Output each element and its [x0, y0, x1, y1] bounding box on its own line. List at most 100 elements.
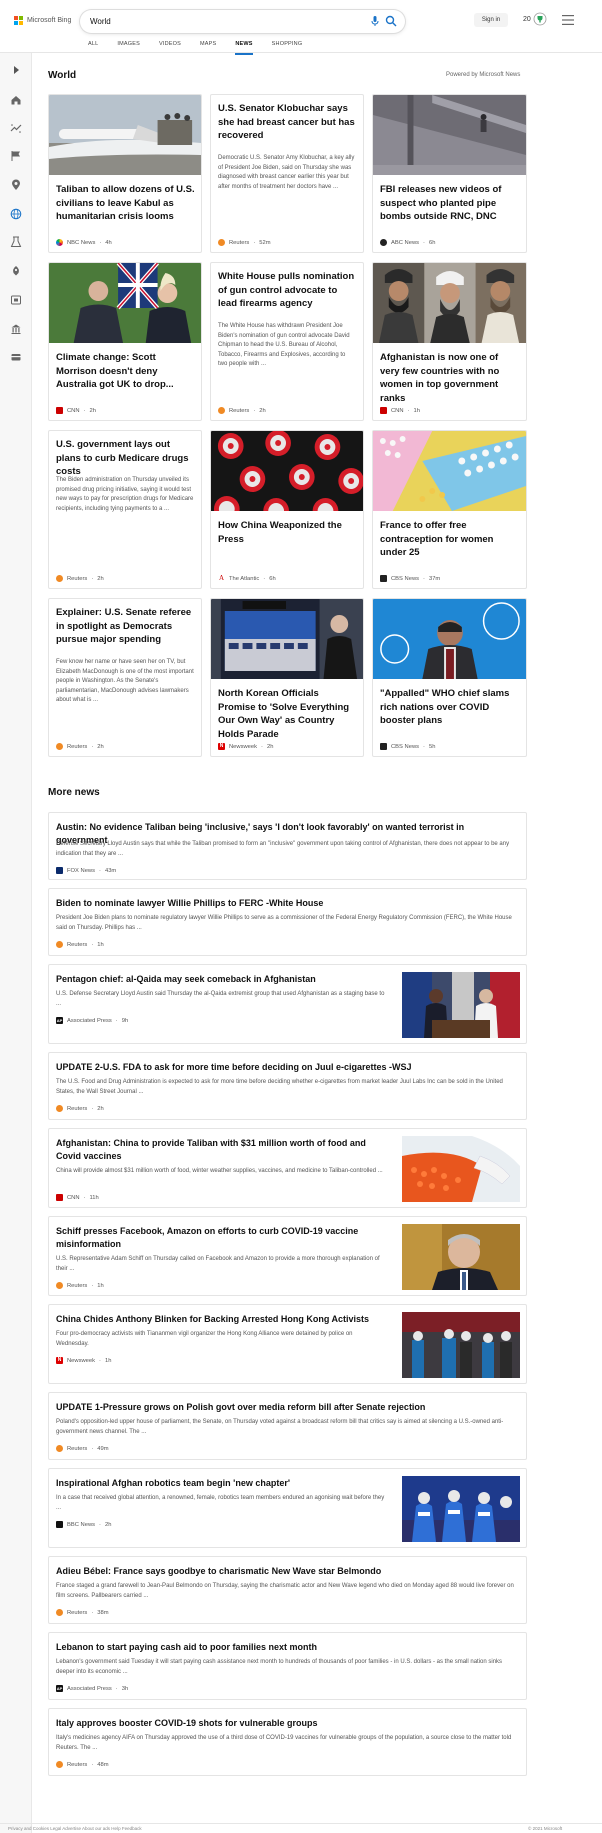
news-list-item[interactable]: UPDATE 2-U.S. FDA to ask for more time b… [48, 1052, 527, 1120]
news-card[interactable]: France to offer free contraception for w… [372, 430, 527, 589]
home-icon[interactable] [10, 94, 22, 106]
card-title[interactable]: U.S. government lays out plans to curb M… [56, 438, 196, 479]
news-card[interactable]: How China Weaponized the Press A The Atl… [210, 430, 364, 589]
card-title[interactable]: Climate change: Scott Morrison doesn't d… [56, 351, 196, 392]
separator: · [261, 743, 263, 750]
news-item-snippet: Lebanon's government said Tuesday it wil… [56, 1659, 503, 1675]
separator: · [99, 1357, 101, 1364]
news-list-item[interactable]: Austin: No evidence Taliban being 'inclu… [48, 812, 527, 880]
card-image [373, 95, 526, 175]
card-title[interactable]: North Korean Officials Promise to 'Solve… [218, 687, 358, 741]
card-source: A The Atlantic · 6h [218, 575, 276, 582]
card-title[interactable]: How China Weaponized the Press [218, 519, 358, 546]
associated-press-logo-icon: AP [56, 1017, 63, 1024]
news-item-title[interactable]: Lebanon to start paying cash aid to poor… [56, 1641, 518, 1654]
card-title[interactable]: France to offer free contraception for w… [380, 519, 520, 560]
news-list-item[interactable]: Biden to nominate lawyer Willie Phillips… [48, 888, 527, 956]
source-name: NBC News [67, 239, 96, 246]
separator: · [263, 575, 266, 582]
search-icon[interactable] [385, 15, 397, 27]
card-title[interactable]: Afghanistan is now one of very few count… [380, 351, 520, 405]
separator: · [91, 1105, 94, 1112]
card-title[interactable]: Explainer: U.S. Senate referee in spotli… [56, 606, 196, 647]
news-card[interactable]: U.S. Senator Klobuchar says she had brea… [210, 94, 364, 253]
news-item-title[interactable]: China Chides Anthony Blinken for Backing… [56, 1313, 386, 1326]
news-list-item[interactable]: Schiff presses Facebook, Amazon on effor… [48, 1216, 527, 1296]
card-source: CBS News · 37m [380, 575, 440, 582]
news-item-title[interactable]: Biden to nominate lawyer Willie Phillips… [56, 897, 518, 910]
logo-text: Microsoft Bing [27, 17, 72, 24]
technology-icon[interactable] [10, 265, 22, 277]
card-title[interactable]: Taliban to allow dozens of U.S. civilian… [56, 183, 196, 224]
card-source: N Newsweek · 2h [218, 743, 273, 750]
source-name: Reuters [67, 743, 88, 750]
news-card[interactable]: Taliban to allow dozens of U.S. civilian… [48, 94, 202, 253]
news-item-source: Reuters · 49m [56, 1445, 109, 1452]
news-list-item[interactable]: China Chides Anthony Blinken for Backing… [48, 1304, 527, 1384]
card-title[interactable]: White House pulls nomination of gun cont… [218, 270, 358, 311]
news-list-item[interactable]: Afghanistan: China to provide Taliban wi… [48, 1128, 527, 1208]
news-item-title[interactable]: UPDATE 2-U.S. FDA to ask for more time b… [56, 1061, 518, 1074]
source-name: The Atlantic [229, 575, 260, 582]
source-name: Reuters [229, 239, 250, 246]
news-card[interactable]: Afghanistan is now one of very few count… [372, 262, 527, 421]
expand-icon[interactable] [10, 64, 22, 76]
card-title[interactable]: FBI releases new videos of suspect who p… [380, 183, 520, 224]
business-icon[interactable] [10, 351, 22, 363]
news-item-title[interactable]: Schiff presses Facebook, Amazon on effor… [56, 1225, 386, 1251]
us-flag-icon[interactable] [10, 150, 22, 162]
location-icon[interactable] [10, 179, 22, 191]
politics-icon[interactable] [10, 323, 22, 335]
entertainment-icon[interactable] [10, 294, 22, 306]
news-item-title[interactable]: Italy approves booster COVID-19 shots fo… [56, 1717, 518, 1730]
news-list-item[interactable]: Italy approves booster COVID-19 shots fo… [48, 1708, 527, 1776]
news-item-title[interactable]: Pentagon chief: al-Qaida may seek comeba… [56, 973, 386, 986]
science-icon[interactable] [10, 236, 22, 248]
sign-in-button[interactable]: Sign in [474, 13, 508, 27]
reuters-logo-icon [56, 1445, 63, 1452]
source-time: 48m [97, 1761, 109, 1768]
news-list-item[interactable]: Pentagon chief: al-Qaida may seek comeba… [48, 964, 527, 1044]
news-list-item[interactable]: UPDATE 1-Pressure grows on Polish govt o… [48, 1392, 527, 1460]
news-item-snippet: President Joe Biden plans to nominate re… [56, 915, 512, 931]
news-card[interactable]: Climate change: Scott Morrison doesn't d… [48, 262, 202, 421]
news-card[interactable]: "Appalled" WHO chief slams rich nations … [372, 598, 527, 757]
rewards-trophy-icon[interactable] [533, 12, 547, 26]
news-card[interactable]: FBI releases new videos of suspect who p… [372, 94, 527, 253]
separator: · [115, 1017, 118, 1024]
news-item-title[interactable]: Inspirational Afghan robotics team begin… [56, 1477, 386, 1490]
source-time: 1h [97, 1282, 104, 1289]
bing-logo[interactable]: Microsoft Bing [14, 16, 71, 25]
card-title[interactable]: U.S. Senator Klobuchar says she had brea… [218, 102, 358, 143]
news-list-item[interactable]: Inspirational Afghan robotics team begin… [48, 1468, 527, 1548]
news-item-snippet: In a case that received global attention… [56, 1495, 385, 1511]
card-title[interactable]: "Appalled" WHO chief slams rich nations … [380, 687, 520, 728]
microphone-icon[interactable] [369, 15, 381, 27]
trending-icon[interactable] [10, 122, 22, 134]
news-card[interactable]: North Korean Officials Promise to 'Solve… [210, 598, 364, 757]
news-item-title[interactable]: Adieu Bébel: France says goodbye to char… [56, 1565, 518, 1578]
news-item-source: FOX News · 43m [56, 867, 116, 874]
rewards-count[interactable]: 20 [523, 16, 531, 23]
news-item-thumbnail [402, 1136, 520, 1202]
world-icon[interactable] [10, 208, 22, 220]
news-item-source: Reuters · 48m [56, 1761, 109, 1768]
news-item-source: N Newsweek · 1h [56, 1357, 111, 1364]
menu-hamburger-icon[interactable] [562, 15, 574, 25]
news-card[interactable]: Explainer: U.S. Senate referee in spotli… [48, 598, 202, 757]
nbc-news-logo-icon [56, 239, 63, 246]
card-source: Reuters · 2h [218, 407, 266, 414]
footer-links[interactable]: Privacy and Cookies Legal Advertise Abou… [8, 1826, 142, 1831]
news-list-item[interactable]: Adieu Bébel: France says goodbye to char… [48, 1556, 527, 1624]
news-item-snippet: Poland's opposition-led upper house of p… [56, 1419, 504, 1435]
news-list-item[interactable]: Lebanon to start paying cash aid to poor… [48, 1632, 527, 1700]
news-card[interactable]: U.S. government lays out plans to curb M… [48, 430, 202, 589]
separator: · [91, 575, 94, 582]
search-input[interactable] [90, 14, 340, 29]
news-item-title[interactable]: UPDATE 1-Pressure grows on Polish govt o… [56, 1401, 518, 1414]
cbs-news-logo-icon [380, 575, 387, 582]
news-card[interactable]: White House pulls nomination of gun cont… [210, 262, 364, 421]
separator: · [253, 239, 256, 246]
news-item-title[interactable]: Afghanistan: China to provide Taliban wi… [56, 1137, 386, 1163]
reuters-logo-icon [56, 1609, 63, 1616]
